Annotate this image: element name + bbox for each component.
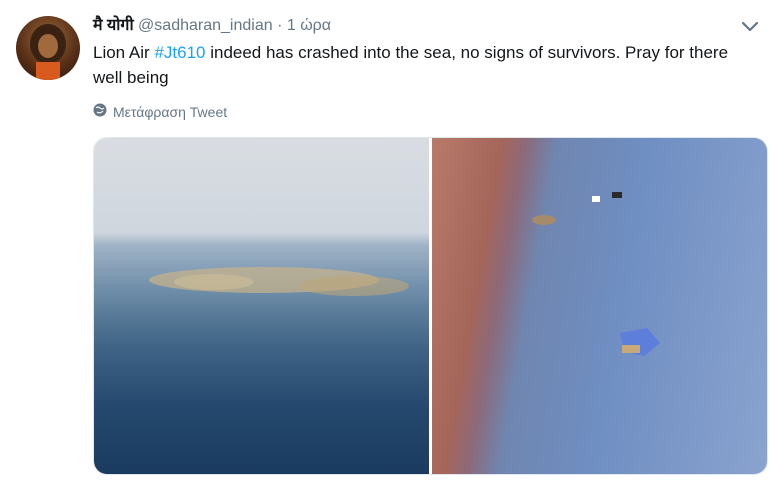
timestamp[interactable]: 1 ώρα xyxy=(287,17,331,34)
photo-floating-debris[interactable] xyxy=(432,138,767,474)
handle[interactable]: @sadharan_indian xyxy=(138,17,273,34)
chevron-down-icon[interactable] xyxy=(738,14,762,38)
globe-icon xyxy=(93,103,107,120)
avatar[interactable] xyxy=(16,16,80,80)
hashtag-link[interactable]: #Jt610 xyxy=(154,43,205,62)
display-name[interactable]: मै योगी xyxy=(93,17,134,34)
translate-tweet-link[interactable]: Μετάφραση Tweet xyxy=(93,103,227,120)
separator-dot: · xyxy=(277,17,283,34)
tweet-text: Lion Air #Jt610 indeed has crashed into … xyxy=(93,40,733,90)
tweet-text-part: Lion Air xyxy=(93,43,155,62)
photo-sea-debris[interactable] xyxy=(94,138,429,474)
tweet-header: मै योगी @sadharan_indian · 1 ώρα xyxy=(93,13,331,35)
avatar-image xyxy=(30,24,66,80)
media-grid xyxy=(93,137,768,475)
translate-label: Μετάφραση Tweet xyxy=(113,103,228,120)
